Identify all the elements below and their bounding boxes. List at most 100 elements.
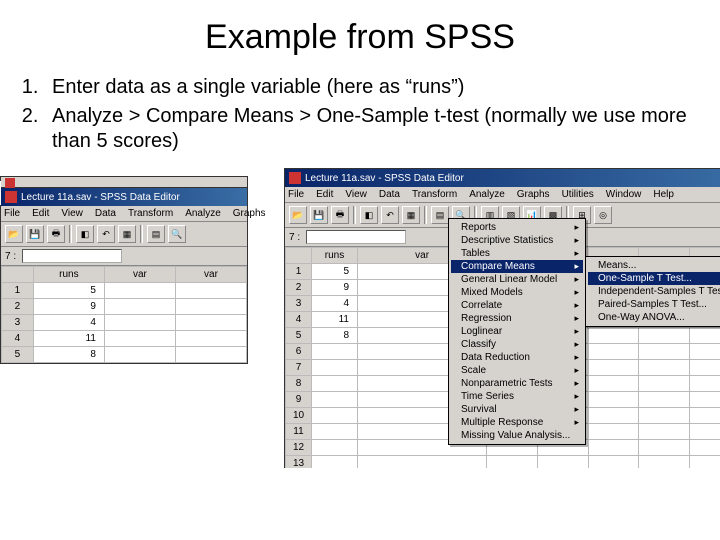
toolbar-button[interactable]: ▤ — [431, 206, 449, 224]
data-cell[interactable]: 9 — [312, 280, 358, 296]
menu-item-time-series[interactable]: Time Series — [451, 390, 583, 403]
toolbar-open-icon[interactable]: 📂 — [289, 206, 307, 224]
menu-item-tables[interactable]: Tables — [451, 247, 583, 260]
menu-item-multiple-response[interactable]: Multiple Response — [451, 416, 583, 429]
row-header[interactable]: 9 — [286, 392, 312, 408]
menu-analyze[interactable]: Analyze — [468, 189, 506, 200]
row-header[interactable]: 1 — [2, 283, 34, 299]
toolbar-print-icon[interactable]: 🖶 — [331, 206, 349, 224]
menu-item-reports[interactable]: Reports — [451, 221, 583, 234]
data-cell[interactable] — [312, 360, 358, 376]
menu-item-survival[interactable]: Survival — [451, 403, 583, 416]
row-header[interactable]: 2 — [2, 299, 34, 315]
submenu-item-paired-samples-t-test-[interactable]: Paired-Samples T Test... — [588, 298, 720, 311]
menu-data[interactable]: Data — [378, 189, 401, 200]
data-cell[interactable] — [312, 456, 358, 469]
menu-item-nonparametric-tests[interactable]: Nonparametric Tests — [451, 377, 583, 390]
data-cell[interactable] — [312, 440, 358, 456]
data-cell[interactable] — [312, 344, 358, 360]
data-cell[interactable]: 9 — [33, 299, 104, 315]
toolbar-print-icon[interactable]: 🖶 — [47, 225, 65, 243]
menu-view[interactable]: View — [60, 208, 84, 219]
menu-utilities[interactable]: Utilities — [561, 189, 595, 200]
row-header[interactable]: 3 — [286, 296, 312, 312]
row-header[interactable]: 3 — [2, 315, 34, 331]
row-header[interactable]: 5 — [2, 347, 34, 363]
menu-item-correlate[interactable]: Correlate — [451, 299, 583, 312]
data-cell[interactable]: 11 — [312, 312, 358, 328]
menu-file[interactable]: File — [3, 208, 21, 219]
data-cell[interactable] — [312, 392, 358, 408]
row-header[interactable]: 4 — [286, 312, 312, 328]
toolbar-button[interactable]: ▦ — [402, 206, 420, 224]
menu-item-scale[interactable]: Scale — [451, 364, 583, 377]
menu-transform[interactable]: Transform — [411, 189, 458, 200]
menu-item-regression[interactable]: Regression — [451, 312, 583, 325]
data-cell[interactable]: 8 — [312, 328, 358, 344]
column-header-var[interactable]: var — [104, 267, 175, 283]
data-cell[interactable]: 4 — [33, 315, 104, 331]
row-header[interactable]: 2 — [286, 280, 312, 296]
row-header[interactable]: 6 — [286, 344, 312, 360]
column-header-runs[interactable]: runs — [312, 248, 358, 264]
compare-means-submenu[interactable]: Means...One-Sample T Test...Independent-… — [585, 256, 720, 327]
row-header[interactable]: 1 — [286, 264, 312, 280]
menu-graphs[interactable]: Graphs — [516, 189, 551, 200]
toolbar-save-icon[interactable]: 💾 — [26, 225, 44, 243]
menu-graphs[interactable]: Graphs — [232, 208, 267, 219]
cell-value-input[interactable] — [306, 230, 406, 244]
data-cell[interactable] — [312, 424, 358, 440]
toolbar-open-icon[interactable]: 📂 — [5, 225, 23, 243]
toolbar-button[interactable]: ◎ — [594, 206, 612, 224]
title-bar[interactable]: Lecture 11a.sav - SPSS Data Editor — [285, 169, 720, 187]
data-cell[interactable] — [312, 376, 358, 392]
menu-item-general-linear-model[interactable]: General Linear Model — [451, 273, 583, 286]
data-cell[interactable]: 5 — [312, 264, 358, 280]
menu-analyze[interactable]: Analyze — [184, 208, 222, 219]
data-cell[interactable] — [312, 408, 358, 424]
submenu-item-means-[interactable]: Means... — [588, 259, 720, 272]
menu-item-loglinear[interactable]: Loglinear — [451, 325, 583, 338]
menu-item-descriptive-statistics[interactable]: Descriptive Statistics — [451, 234, 583, 247]
data-grid[interactable]: runs var var 15 29 34 411 58 — [1, 266, 247, 363]
menu-window[interactable]: Window — [605, 189, 643, 200]
column-header-var[interactable]: var — [175, 267, 246, 283]
menu-view[interactable]: View — [344, 189, 368, 200]
menu-transform[interactable]: Transform — [127, 208, 174, 219]
menu-data[interactable]: Data — [94, 208, 117, 219]
toolbar-save-icon[interactable]: 💾 — [310, 206, 328, 224]
column-header-runs[interactable]: runs — [33, 267, 104, 283]
row-header[interactable]: 8 — [286, 376, 312, 392]
menu-edit[interactable]: Edit — [31, 208, 50, 219]
menu-item-classify[interactable]: Classify — [451, 338, 583, 351]
data-cell[interactable]: 5 — [33, 283, 104, 299]
submenu-item-one-sample-t-test-[interactable]: One-Sample T Test... — [588, 272, 720, 285]
submenu-item-one-way-anova-[interactable]: One-Way ANOVA... — [588, 311, 720, 324]
cell-value-input[interactable] — [22, 249, 122, 263]
row-header[interactable]: 10 — [286, 408, 312, 424]
toolbar-button[interactable]: ◧ — [76, 225, 94, 243]
row-header[interactable]: 7 — [286, 360, 312, 376]
toolbar-undo-icon[interactable]: ↶ — [381, 206, 399, 224]
toolbar-button[interactable]: ▦ — [118, 225, 136, 243]
data-cell[interactable]: 11 — [33, 331, 104, 347]
toolbar-button[interactable]: ◧ — [360, 206, 378, 224]
menu-item-missing-value-analysis-[interactable]: Missing Value Analysis... — [451, 429, 583, 442]
menu-item-data-reduction[interactable]: Data Reduction — [451, 351, 583, 364]
menu-edit[interactable]: Edit — [315, 189, 334, 200]
menu-help[interactable]: Help — [652, 189, 675, 200]
row-header[interactable]: 4 — [2, 331, 34, 347]
data-cell[interactable]: 8 — [33, 347, 104, 363]
toolbar-button[interactable]: ▤ — [147, 225, 165, 243]
row-header[interactable]: 12 — [286, 440, 312, 456]
row-header[interactable]: 13 — [286, 456, 312, 469]
title-bar[interactable]: Lecture 11a.sav - SPSS Data Editor — [1, 188, 247, 206]
toolbar-undo-icon[interactable]: ↶ — [97, 225, 115, 243]
menu-item-mixed-models[interactable]: Mixed Models — [451, 286, 583, 299]
data-cell[interactable]: 4 — [312, 296, 358, 312]
analyze-menu-dropdown[interactable]: ReportsDescriptive StatisticsTablesCompa… — [448, 218, 586, 445]
submenu-item-independent-samples-t-test-[interactable]: Independent-Samples T Test... — [588, 285, 720, 298]
toolbar-find-icon[interactable]: 🔍 — [168, 225, 186, 243]
row-header[interactable]: 5 — [286, 328, 312, 344]
menu-item-compare-means[interactable]: Compare Means — [451, 260, 583, 273]
